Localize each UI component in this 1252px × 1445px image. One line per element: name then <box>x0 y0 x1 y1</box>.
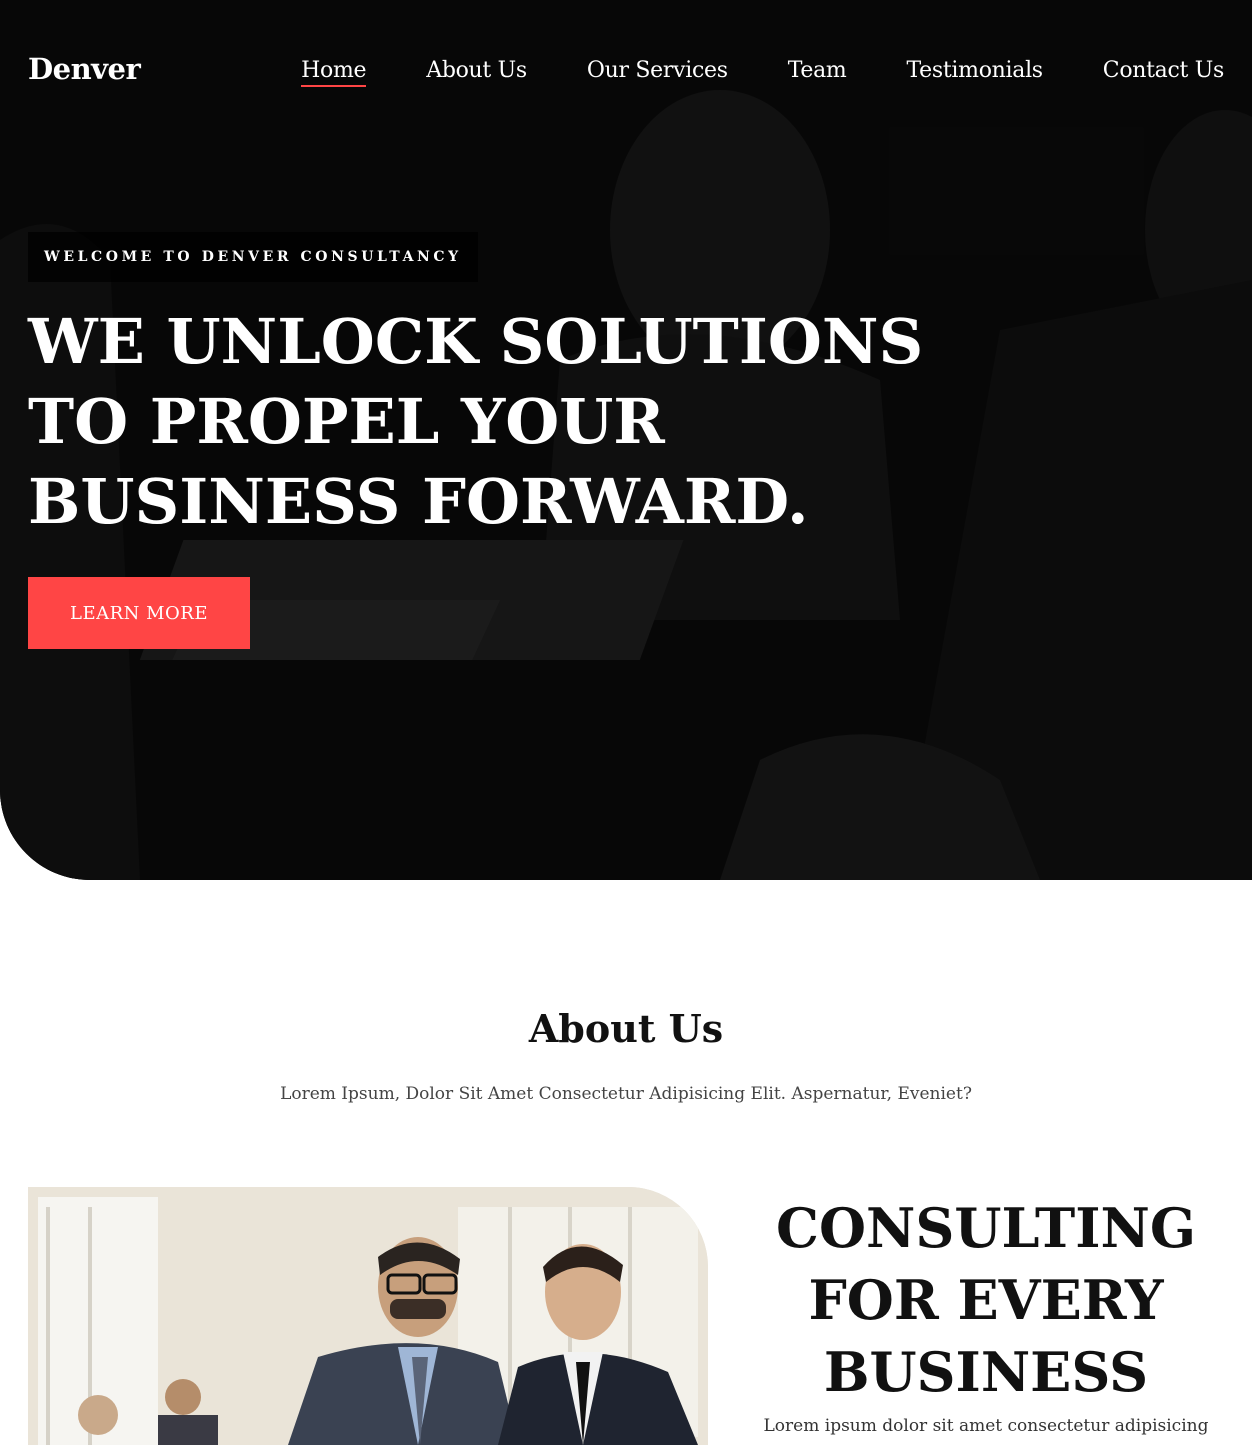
consulting-heading: CONSULTING FOR EVERY BUSINESS <box>776 1196 1196 1404</box>
main-nav: Home About Us Our Services Team Testimon… <box>241 58 1224 87</box>
hero-section: Denver Home About Us Our Services Team T… <box>0 0 1252 880</box>
hero-tagline: WELCOME TO DENVER CONSULTANCY <box>28 232 478 282</box>
nav-item-our-services[interactable]: Our Services <box>587 58 728 87</box>
learn-more-button[interactable]: LEARN MORE <box>28 577 250 649</box>
nav-item-testimonials[interactable]: Testimonials <box>906 58 1043 87</box>
business-meeting-photo <box>28 1187 708 1445</box>
hero-title: WE UNLOCK SOLUTIONS TO PROPEL YOUR BUSIN… <box>28 305 924 538</box>
about-image <box>28 1187 708 1445</box>
nav-item-home[interactable]: Home <box>301 58 367 87</box>
about-section-subtitle: Lorem Ipsum, Dolor Sit Amet Consectetur … <box>280 1084 972 1104</box>
nav-item-contact-us[interactable]: Contact Us <box>1103 58 1225 87</box>
brand-logo[interactable]: Denver <box>28 52 141 86</box>
nav-item-about-us[interactable]: About Us <box>426 58 527 87</box>
about-section-title: About Us <box>528 1006 724 1051</box>
nav-item-team[interactable]: Team <box>788 58 847 87</box>
consulting-body-text: Lorem ipsum dolor sit amet consectetur a… <box>749 1416 1224 1445</box>
navbar: Denver Home About Us Our Services Team T… <box>0 0 1252 140</box>
